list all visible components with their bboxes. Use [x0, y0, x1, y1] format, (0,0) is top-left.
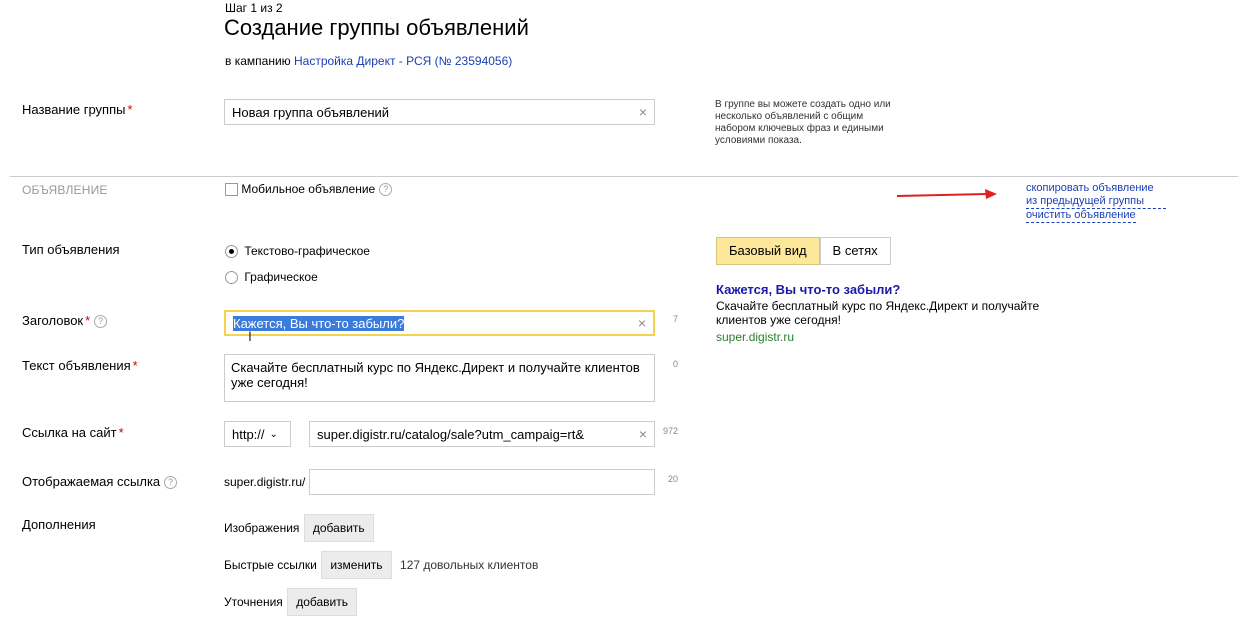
- ad-text-value: Скачайте бесплатный курс по Яндекс.Дирек…: [231, 360, 640, 390]
- clear-icon[interactable]: ×: [639, 426, 647, 442]
- display-link-counter: 20: [668, 474, 679, 484]
- display-link-prefix: super.digistr.ru/: [224, 475, 306, 489]
- checkbox-icon[interactable]: [225, 183, 238, 197]
- headline-label: Заголовок *?: [22, 313, 108, 329]
- add-clarifications-button[interactable]: добавить: [287, 588, 358, 616]
- group-hint: В группе вы можете создать одно или неск…: [715, 99, 891, 146]
- red-arrow-icon: [897, 189, 997, 199]
- headline-label-text: Заголовок: [22, 313, 84, 328]
- preview-url: super.digistr.ru: [716, 330, 795, 344]
- group-name-input[interactable]: Новая группа объявлений ×: [224, 99, 655, 125]
- quicklinks-row: Быстрые ссылки изменить 127 довольных кл…: [224, 551, 538, 579]
- mobile-ad-checkbox[interactable]: Мобильное объявление?: [225, 182, 393, 197]
- group-name-label: Название группы *: [22, 102, 133, 117]
- chevron-down-icon: ⌄: [269, 428, 278, 440]
- images-row: Изображения добавить: [224, 514, 374, 542]
- quicklinks-value: 127 довольных клиентов: [400, 558, 539, 572]
- preview-tabs: Базовый вид В сетях: [716, 237, 891, 265]
- ad-actions: скопировать объявление из предыдущей гру…: [1026, 182, 1166, 223]
- tab-networks[interactable]: В сетях: [819, 237, 891, 265]
- radio-text-graphic[interactable]: Текстово-графическое: [225, 244, 370, 259]
- section-divider: [10, 176, 1238, 177]
- radio-label: Графическое: [244, 270, 318, 284]
- edit-quicklinks-button[interactable]: изменить: [321, 551, 392, 579]
- campaign-line: в кампанию Настройка Директ - РСЯ (№ 235…: [225, 54, 512, 68]
- group-name-label-text: Название группы: [22, 102, 126, 117]
- ad-text-label-text: Текст объявления: [22, 358, 131, 373]
- headline-value: Кажется, Вы что-то забыли?: [233, 315, 405, 331]
- required-mark: *: [127, 102, 133, 117]
- required-mark: *: [132, 358, 138, 373]
- page-title: Создание группы объявлений: [224, 15, 529, 40]
- clear-ad-link[interactable]: очистить объявление: [1026, 209, 1136, 223]
- radio-graphic[interactable]: Графическое: [225, 270, 318, 285]
- required-mark: *: [118, 425, 124, 440]
- radio-label: Текстово-графическое: [244, 244, 370, 258]
- images-label: Изображения: [224, 521, 300, 535]
- preview-text: Скачайте бесплатный курс по Яндекс.Дирек…: [716, 299, 1040, 327]
- site-link-counter: 972: [663, 426, 679, 436]
- help-icon[interactable]: ?: [94, 315, 108, 329]
- site-link-label: Ссылка на сайт *: [22, 425, 124, 440]
- radio-selected-icon[interactable]: [225, 245, 238, 259]
- extras-label: Дополнения: [22, 517, 96, 532]
- help-icon[interactable]: ?: [379, 183, 393, 197]
- protocol-value: http://: [232, 426, 265, 442]
- ad-text-label: Текст объявления *: [22, 358, 138, 373]
- site-url-value: super.digistr.ru/catalog/sale?utm_campai…: [317, 426, 585, 442]
- clear-icon[interactable]: ×: [639, 104, 647, 120]
- tab-basic[interactable]: Базовый вид: [716, 237, 820, 265]
- clarifications-label: Уточнения: [224, 595, 283, 609]
- ad-type-label: Тип объявления: [22, 242, 120, 257]
- ad-text-counter: 0: [673, 359, 679, 369]
- section-title: ОБЪЯВЛЕНИЕ: [22, 183, 108, 197]
- display-link-input[interactable]: [309, 469, 655, 495]
- radio-icon[interactable]: [225, 271, 238, 285]
- clarifications-row: Уточнения добавить: [224, 588, 358, 616]
- headline-input[interactable]: Кажется, Вы что-то забыли? ×: [224, 310, 655, 336]
- clear-icon[interactable]: ×: [638, 315, 646, 331]
- mobile-ad-label: Мобильное объявление: [241, 182, 376, 196]
- help-icon[interactable]: ?: [164, 476, 178, 490]
- group-name-value: Новая группа объявлений: [232, 104, 390, 120]
- add-images-button[interactable]: добавить: [303, 514, 374, 542]
- protocol-select[interactable]: http:// ⌄: [224, 421, 291, 447]
- headline-counter: 7: [673, 314, 679, 324]
- display-link-label: Отображаемая ссылка?: [22, 474, 178, 490]
- step-indicator: Шаг 1 из 2: [225, 1, 283, 15]
- copy-ad-link[interactable]: скопировать объявление из предыдущей гру…: [1026, 182, 1166, 209]
- site-url-input[interactable]: super.digistr.ru/catalog/sale?utm_campai…: [309, 421, 655, 447]
- site-link-label-text: Ссылка на сайт: [22, 425, 117, 440]
- required-mark: *: [85, 313, 91, 328]
- quicklinks-label: Быстрые ссылки: [224, 558, 317, 572]
- preview-title: Кажется, Вы что-то забыли?: [716, 282, 901, 297]
- display-link-label-text: Отображаемая ссылка: [22, 474, 161, 489]
- ad-text-textarea[interactable]: Скачайте бесплатный курс по Яндекс.Дирек…: [224, 354, 655, 402]
- campaign-prefix: в кампанию: [225, 54, 291, 68]
- campaign-link[interactable]: Настройка Директ - РСЯ (№ 23594056): [294, 54, 512, 68]
- text-cursor-icon: I: [248, 328, 252, 344]
